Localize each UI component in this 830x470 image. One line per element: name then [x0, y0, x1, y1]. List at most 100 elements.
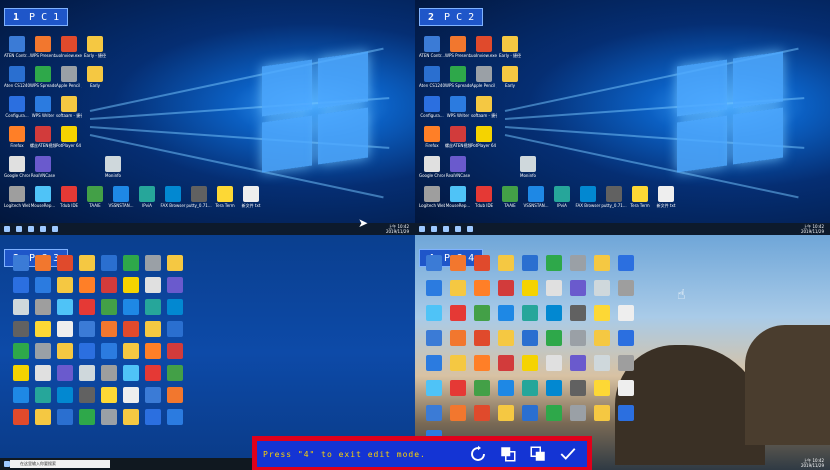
desktop-icon[interactable]: 螺丝ATEN视频: [445, 126, 471, 148]
desktop-icon[interactable]: FAX Browser: [575, 186, 601, 208]
desktop-icon[interactable]: [613, 355, 639, 372]
refresh-button[interactable]: [463, 441, 493, 467]
desktop-icon[interactable]: ATEN Contr...: [4, 36, 30, 58]
copy-button[interactable]: [493, 441, 523, 467]
desktop-icon[interactable]: [162, 409, 188, 426]
desktop-icon[interactable]: [445, 380, 471, 397]
desktop-icon[interactable]: [541, 305, 567, 322]
desktop-icon[interactable]: Logitech Webca...: [4, 186, 30, 208]
desktop-icon[interactable]: PotPlayer 64 bit: [471, 126, 497, 148]
desktop-icon[interactable]: [162, 343, 188, 360]
desktop-icon[interactable]: MouseRep...: [30, 186, 56, 208]
desktop-icon[interactable]: Moninfo: [100, 156, 126, 178]
desktop-icon[interactable]: [469, 380, 495, 397]
pc3-screen[interactable]: 3 P C 3 在这里输入你要搜索: [0, 235, 415, 470]
desktop-icon[interactable]: IPviA: [134, 186, 160, 208]
desktop-icon[interactable]: [517, 330, 543, 347]
desktop-icon[interactable]: [445, 405, 471, 422]
desktop-icon[interactable]: WPS Writer: [445, 96, 471, 118]
desktop-icon[interactable]: Tera Term: [212, 186, 238, 208]
desktop-icon[interactable]: [493, 405, 519, 422]
desktop-icon[interactable]: softaam - 捷径: [56, 96, 82, 118]
desktop-icon[interactable]: [493, 305, 519, 322]
desktop-icon[interactable]: putty_0.71...: [186, 186, 212, 208]
desktop-icon[interactable]: Early: [497, 66, 523, 88]
desktop-icon[interactable]: [565, 405, 591, 422]
desktop-icon[interactable]: [589, 380, 615, 397]
desktop-icon[interactable]: softaam - 捷径: [471, 96, 497, 118]
folder-icon[interactable]: [467, 226, 473, 232]
paste-button[interactable]: [523, 441, 553, 467]
desktop-icon[interactable]: VSSNSTAN...: [523, 186, 549, 208]
desktop-icon[interactable]: [421, 330, 447, 347]
desktop-icon[interactable]: Moninfo: [515, 156, 541, 178]
desktop-icon[interactable]: [421, 405, 447, 422]
desktop-icon[interactable]: putty_0.71...: [601, 186, 627, 208]
start-icon[interactable]: [419, 226, 425, 232]
desktop-icon[interactable]: Configura...: [419, 96, 445, 118]
desktop-icon[interactable]: [517, 255, 543, 272]
desktop-icon[interactable]: [517, 280, 543, 297]
desktop-icon[interactable]: TAAIE: [497, 186, 523, 208]
desktop-icon[interactable]: [421, 305, 447, 322]
desktop-icon[interactable]: [469, 355, 495, 372]
desktop-icon[interactable]: Configura...: [4, 96, 30, 118]
desktop-icon[interactable]: 新文件 txt: [238, 186, 264, 208]
desktop-icon[interactable]: IPviA: [549, 186, 575, 208]
desktop-icon[interactable]: WPS Presentation: [30, 36, 56, 58]
desktop-icon[interactable]: [493, 380, 519, 397]
desktop-icon[interactable]: [589, 355, 615, 372]
desktop-icon[interactable]: [517, 355, 543, 372]
desktop-icon[interactable]: [421, 280, 447, 297]
desktop-icon[interactable]: PotPlayer 64 bit: [56, 126, 82, 148]
desktop-icon[interactable]: [469, 330, 495, 347]
desktop-icon[interactable]: [565, 380, 591, 397]
desktop-icon[interactable]: FAX Browser: [160, 186, 186, 208]
desktop-icon[interactable]: [565, 330, 591, 347]
desktop-icon[interactable]: [469, 305, 495, 322]
desktop-icon[interactable]: [162, 277, 188, 294]
start-icon[interactable]: [4, 226, 10, 232]
desktop-icon[interactable]: [613, 280, 639, 297]
task-view-icon[interactable]: [443, 226, 449, 232]
desktop-icon[interactable]: [541, 405, 567, 422]
folder-icon[interactable]: [52, 226, 58, 232]
desktop-icon[interactable]: [445, 355, 471, 372]
desktop-icon[interactable]: [589, 280, 615, 297]
desktop-icon[interactable]: [421, 380, 447, 397]
desktop-icon[interactable]: [469, 255, 495, 272]
desktop-icon[interactable]: Apple Pencil 主机厂 - 捷: [56, 66, 82, 88]
pc2-screen[interactable]: 2 P C 2 ATEN Contr...WPS PresentationuoI…: [415, 0, 830, 235]
desktop-icon[interactable]: [613, 305, 639, 322]
desktop-icon[interactable]: [517, 305, 543, 322]
desktop-icon[interactable]: Google Chrome: [419, 156, 445, 178]
desktop-icon[interactable]: [589, 330, 615, 347]
desktop-icon[interactable]: [445, 305, 471, 322]
desktop-icon[interactable]: Firefox: [4, 126, 30, 148]
task-view-icon[interactable]: [28, 226, 34, 232]
desktop-icon[interactable]: [469, 280, 495, 297]
confirm-button[interactable]: [553, 441, 583, 467]
desktop-icon[interactable]: RealVNCase: [445, 156, 471, 178]
search-icon[interactable]: [431, 226, 437, 232]
desktop-icon[interactable]: [613, 255, 639, 272]
desktop-icon[interactable]: [445, 280, 471, 297]
desktop-icon[interactable]: WPS Spreadshe...: [30, 66, 56, 88]
desktop-icon[interactable]: Early - 捷径: [82, 36, 108, 58]
desktop-icon[interactable]: [162, 365, 188, 382]
search-icon[interactable]: [16, 226, 22, 232]
desktop-icon[interactable]: Early - 捷径: [497, 36, 523, 58]
desktop-icon[interactable]: WPS Writer: [30, 96, 56, 118]
desktop-icon[interactable]: [613, 330, 639, 347]
pc4-screen[interactable]: 4 P C 4 ☝ 上午 10:42 2019/11/29: [415, 235, 830, 470]
desktop-icon[interactable]: [493, 255, 519, 272]
desktop-icon[interactable]: [565, 255, 591, 272]
desktop-icon[interactable]: [565, 280, 591, 297]
desktop-icon[interactable]: uoInview.exe: [56, 36, 82, 58]
desktop-icon[interactable]: [162, 299, 188, 316]
desktop-icon[interactable]: [589, 305, 615, 322]
desktop-icon[interactable]: uoInview.exe: [471, 36, 497, 58]
desktop-icon[interactable]: [517, 380, 543, 397]
desktop-icon[interactable]: [613, 405, 639, 422]
pc1-screen[interactable]: 1 P C 1 ATEN Contr...WPS PresentationuoI…: [0, 0, 415, 235]
